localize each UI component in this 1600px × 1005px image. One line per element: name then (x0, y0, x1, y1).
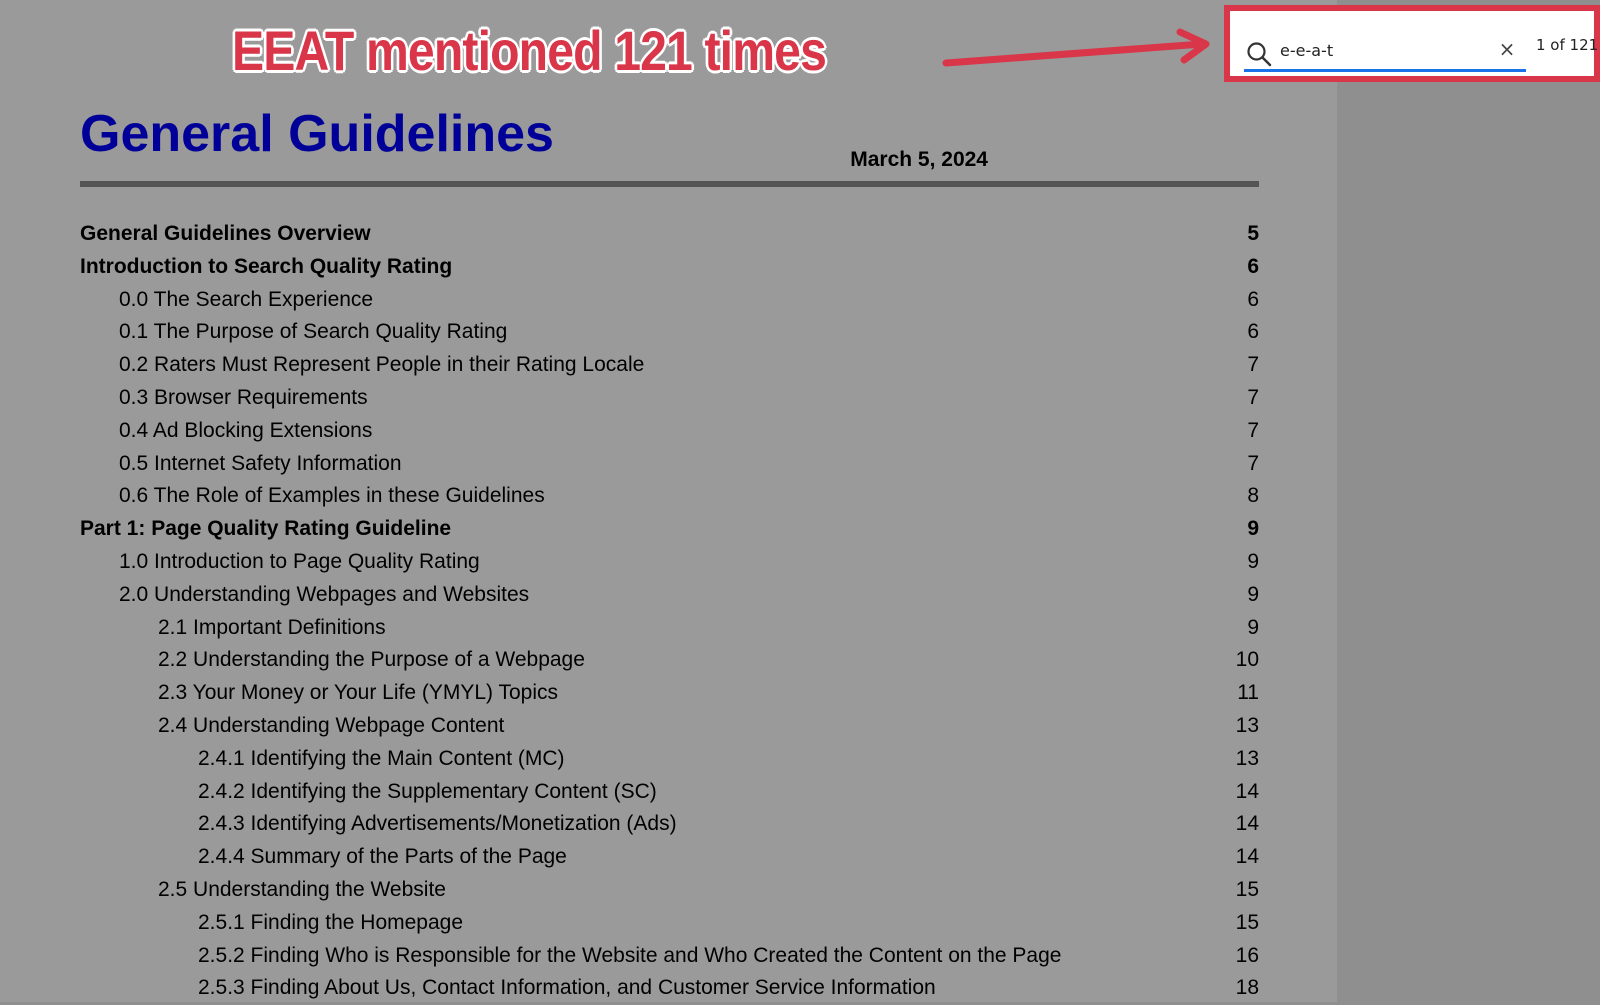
toc-entry-title: 2.2 Understanding the Purpose of a Webpa… (158, 648, 585, 672)
toc-entry[interactable]: 2.5.3 Finding About Us, Contact Informat… (80, 972, 1259, 1005)
find-bar-highlight: × 1 of 121 (1224, 5, 1600, 82)
document-title: General Guidelines (80, 105, 554, 163)
toc-entry-page-number: 14 (1235, 812, 1259, 836)
table-of-contents: General Guidelines Overview 5 Introduction… (80, 218, 1259, 1005)
toc-entry-title: 2.5.1 Finding the Homepage (198, 910, 464, 934)
toc-entry-title: 2.5 Understanding the Website (158, 877, 446, 901)
toc-entry[interactable]: 0.1 The Purpose of Search Quality Rating… (80, 316, 1259, 349)
document-page: General Guidelines March 5, 2024 General… (0, 0, 1337, 1002)
toc-entry-title: 2.5.3 Finding About Us, Contact Informat… (198, 976, 936, 1000)
toc-entry[interactable]: General Guidelines Overview 5 (80, 218, 1259, 251)
toc-entry-page-number: 15 (1235, 877, 1259, 901)
find-bar: × 1 of 121 (1230, 11, 1598, 76)
toc-entry-page-number: 6 (1247, 320, 1259, 344)
annotation-arrow-icon (942, 28, 1210, 67)
toc-entry-title: 0.3 Browser Requirements (119, 385, 368, 409)
toc-entry-page-number: 9 (1247, 549, 1259, 573)
toc-entry-page-number: 7 (1247, 451, 1259, 475)
toc-entry-title: 2.0 Understanding Webpages and Websites (119, 582, 530, 606)
toc-entry[interactable]: 2.5 Understanding the Website 15 (80, 874, 1259, 907)
find-input[interactable] (1280, 37, 1480, 63)
toc-entry[interactable]: 2.3 Your Money or Your Life (YMYL) Topic… (80, 677, 1259, 710)
pdf-viewer: General Guidelines March 5, 2024 General… (0, 0, 1600, 1002)
toc-entry[interactable]: 0.5 Internet Safety Information 7 (80, 448, 1259, 481)
title-divider (80, 181, 1259, 187)
toc-entry-title: Part 1: Page Quality Rating Guideline (80, 517, 452, 541)
toc-entry-page-number: 16 (1235, 943, 1259, 967)
toc-entry-title: 0.1 The Purpose of Search Quality Rating (119, 320, 508, 344)
toc-entry-title: 0.5 Internet Safety Information (119, 451, 402, 475)
toc-entry-title: 2.4.4 Summary of the Parts of the Page (198, 845, 567, 869)
toc-entry[interactable]: 2.5.1 Finding the Homepage 15 (80, 907, 1259, 940)
toc-entry[interactable]: 0.6 The Role of Examples in these Guidel… (80, 480, 1259, 513)
toc-entry[interactable]: Introduction to Search Quality Rating 6 (80, 251, 1259, 284)
toc-entry-title: 2.3 Your Money or Your Life (YMYL) Topic… (158, 681, 559, 705)
toc-entry-title: 2.4.1 Identifying the Main Content (MC) (198, 746, 565, 770)
find-input-underline (1244, 69, 1526, 72)
document-date: March 5, 2024 (850, 148, 988, 171)
toc-entry[interactable]: 0.3 Browser Requirements 7 (80, 382, 1259, 415)
toc-entry-title: 2.4.2 Identifying the Supplementary Cont… (198, 779, 657, 803)
toc-entry[interactable]: 2.2 Understanding the Purpose of a Webpa… (80, 644, 1259, 677)
toc-entry[interactable]: 2.1 Important Definitions 9 (80, 612, 1259, 645)
toc-entry-page-number: 5 (1247, 222, 1259, 245)
toc-entry-page-number: 13 (1235, 746, 1259, 770)
toc-entry[interactable]: 2.4.3 Identifying Advertisements/Monetiz… (80, 808, 1259, 841)
clear-search-button[interactable]: × (1496, 38, 1518, 60)
search-icon (1247, 42, 1272, 67)
toc-entry-page-number: 11 (1237, 681, 1259, 705)
toc-entry-page-number: 8 (1247, 484, 1259, 508)
toc-entry[interactable]: 0.0 The Search Experience 6 (80, 284, 1259, 317)
toc-entry-title: 2.5.2 Finding Who is Responsible for the… (198, 943, 1062, 967)
toc-entry[interactable]: 0.4 Ad Blocking Extensions 7 (80, 415, 1259, 448)
toc-entry-page-number: 13 (1235, 713, 1259, 737)
toc-entry-title: 2.4 Understanding Webpage Content (158, 713, 505, 737)
toc-entry-title: 0.4 Ad Blocking Extensions (119, 418, 373, 442)
toc-entry-page-number: 9 (1247, 615, 1259, 639)
match-count: 1 of 121 (1536, 36, 1599, 54)
toc-entry-page-number: 9 (1247, 517, 1259, 541)
toc-entry[interactable]: 1.0 Introduction to Page Quality Rating 9 (80, 546, 1259, 579)
toc-entry-title: 2.1 Important Definitions (158, 615, 386, 639)
toc-entry[interactable]: 2.4 Understanding Webpage Content 13 (80, 710, 1259, 743)
toc-entry-title: 0.2 Raters Must Represent People in thei… (119, 353, 645, 377)
toc-entry-page-number: 7 (1247, 353, 1259, 377)
toc-entry-page-number: 15 (1235, 910, 1259, 934)
toc-entry-page-number: 18 (1235, 976, 1259, 1000)
toc-entry[interactable]: 0.2 Raters Must Represent People in thei… (80, 349, 1259, 382)
toc-entry-page-number: 9 (1247, 582, 1259, 606)
toc-entry-title: 1.0 Introduction to Page Quality Rating (119, 549, 480, 573)
toc-entry-page-number: 7 (1247, 385, 1259, 409)
toc-entry[interactable]: Part 1: Page Quality Rating Guideline 9 (80, 513, 1259, 546)
toc-entry-page-number: 7 (1247, 418, 1259, 442)
toc-entry-title: 0.6 The Role of Examples in these Guidel… (119, 484, 545, 508)
toc-entry[interactable]: 2.4.2 Identifying the Supplementary Cont… (80, 776, 1259, 809)
toc-entry[interactable]: 2.4.1 Identifying the Main Content (MC) 1… (80, 743, 1259, 776)
toc-entry[interactable]: 2.0 Understanding Webpages and Websites 9 (80, 579, 1259, 612)
toc-entry-page-number: 14 (1235, 779, 1259, 803)
toc-entry-title: Introduction to Search Quality Rating (80, 254, 453, 278)
toc-entry-title: 0.0 The Search Experience (119, 287, 374, 311)
toc-entry-title: General Guidelines Overview (80, 222, 371, 245)
toc-entry-page-number: 6 (1247, 287, 1259, 311)
toc-entry-page-number: 10 (1235, 648, 1259, 672)
toc-entry-page-number: 6 (1247, 254, 1259, 278)
toc-entry-title: 2.4.3 Identifying Advertisements/Monetiz… (198, 812, 677, 836)
toc-entry[interactable]: 2.5.2 Finding Who is Responsible for the… (80, 940, 1259, 973)
toc-entry[interactable]: 2.4.4 Summary of the Parts of the Page 14 (80, 841, 1259, 874)
annotation-callout: EEAT mentioned 121 times (232, 19, 827, 82)
toc-entry-page-number: 14 (1235, 845, 1259, 869)
